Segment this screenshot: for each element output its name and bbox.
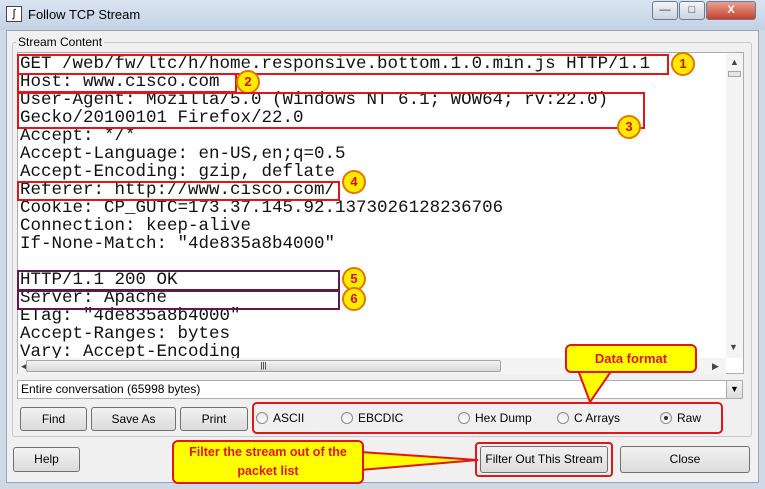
data-format-callout: Data format (565, 344, 697, 373)
callout-pointers (359, 369, 614, 472)
filter-callout: Filter the stream out of the packet list (172, 440, 364, 484)
filter-pointer (359, 450, 479, 472)
data-format-pointer (576, 369, 614, 405)
